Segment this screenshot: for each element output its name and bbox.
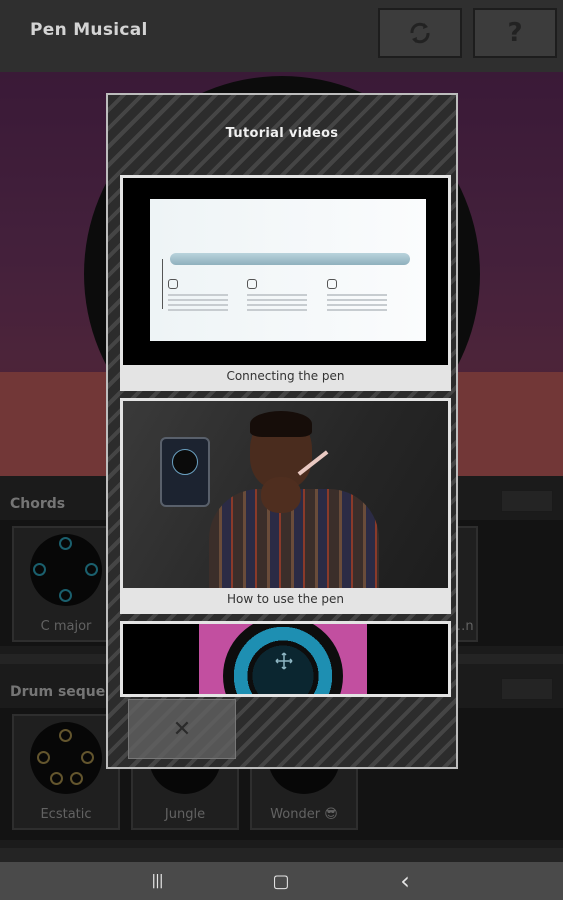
back-button[interactable]: ‹: [390, 867, 420, 895]
recents-button[interactable]: |||: [142, 870, 172, 892]
tablet-illustration: [160, 437, 210, 507]
tutorial-dialog: Tutorial videos Connecting the pen How t…: [106, 93, 458, 769]
pen-diagram: [150, 199, 426, 341]
callout-text: [327, 294, 387, 312]
dialog-title: Tutorial videos: [225, 126, 339, 141]
recents-icon: |||: [151, 873, 163, 889]
app-title: Pen Musical: [30, 20, 148, 40]
callout-line: [162, 259, 163, 309]
refresh-icon: [410, 22, 430, 44]
callout-text: [168, 294, 228, 312]
refresh-button[interactable]: [378, 8, 462, 58]
pen-tip-icon: [168, 279, 178, 289]
video-thumbnail: [123, 401, 448, 588]
close-icon: ✕: [172, 716, 192, 742]
close-button[interactable]: ✕: [128, 699, 236, 759]
video-card-howto[interactable]: How to use the pen: [120, 398, 451, 614]
magnet-icon: [327, 279, 337, 289]
video-card-connecting[interactable]: Connecting the pen: [120, 175, 451, 391]
button-icon: [247, 279, 257, 289]
help-icon: ?: [507, 18, 523, 48]
move-icon: [275, 652, 293, 670]
video-card-third[interactable]: [120, 621, 451, 697]
app-bar: Pen Musical ?: [0, 0, 563, 72]
callout-text: [247, 294, 307, 312]
video-thumbnail: [123, 624, 448, 694]
home-button[interactable]: ▢: [266, 870, 296, 892]
video-thumbnail: [123, 178, 448, 365]
tablet-disc: [172, 449, 198, 475]
pen-illustration: [170, 253, 410, 265]
person-hand: [261, 477, 301, 513]
back-icon: ‹: [400, 867, 410, 895]
video-caption: Connecting the pen: [123, 365, 448, 388]
person-hair: [250, 411, 312, 437]
system-nav-bar: ||| ▢ ‹: [0, 862, 563, 900]
home-icon: ▢: [272, 870, 290, 892]
help-button[interactable]: ?: [473, 8, 557, 58]
video-caption: How to use the pen: [123, 588, 448, 611]
video-list[interactable]: Connecting the pen How to use the pen: [120, 175, 451, 785]
